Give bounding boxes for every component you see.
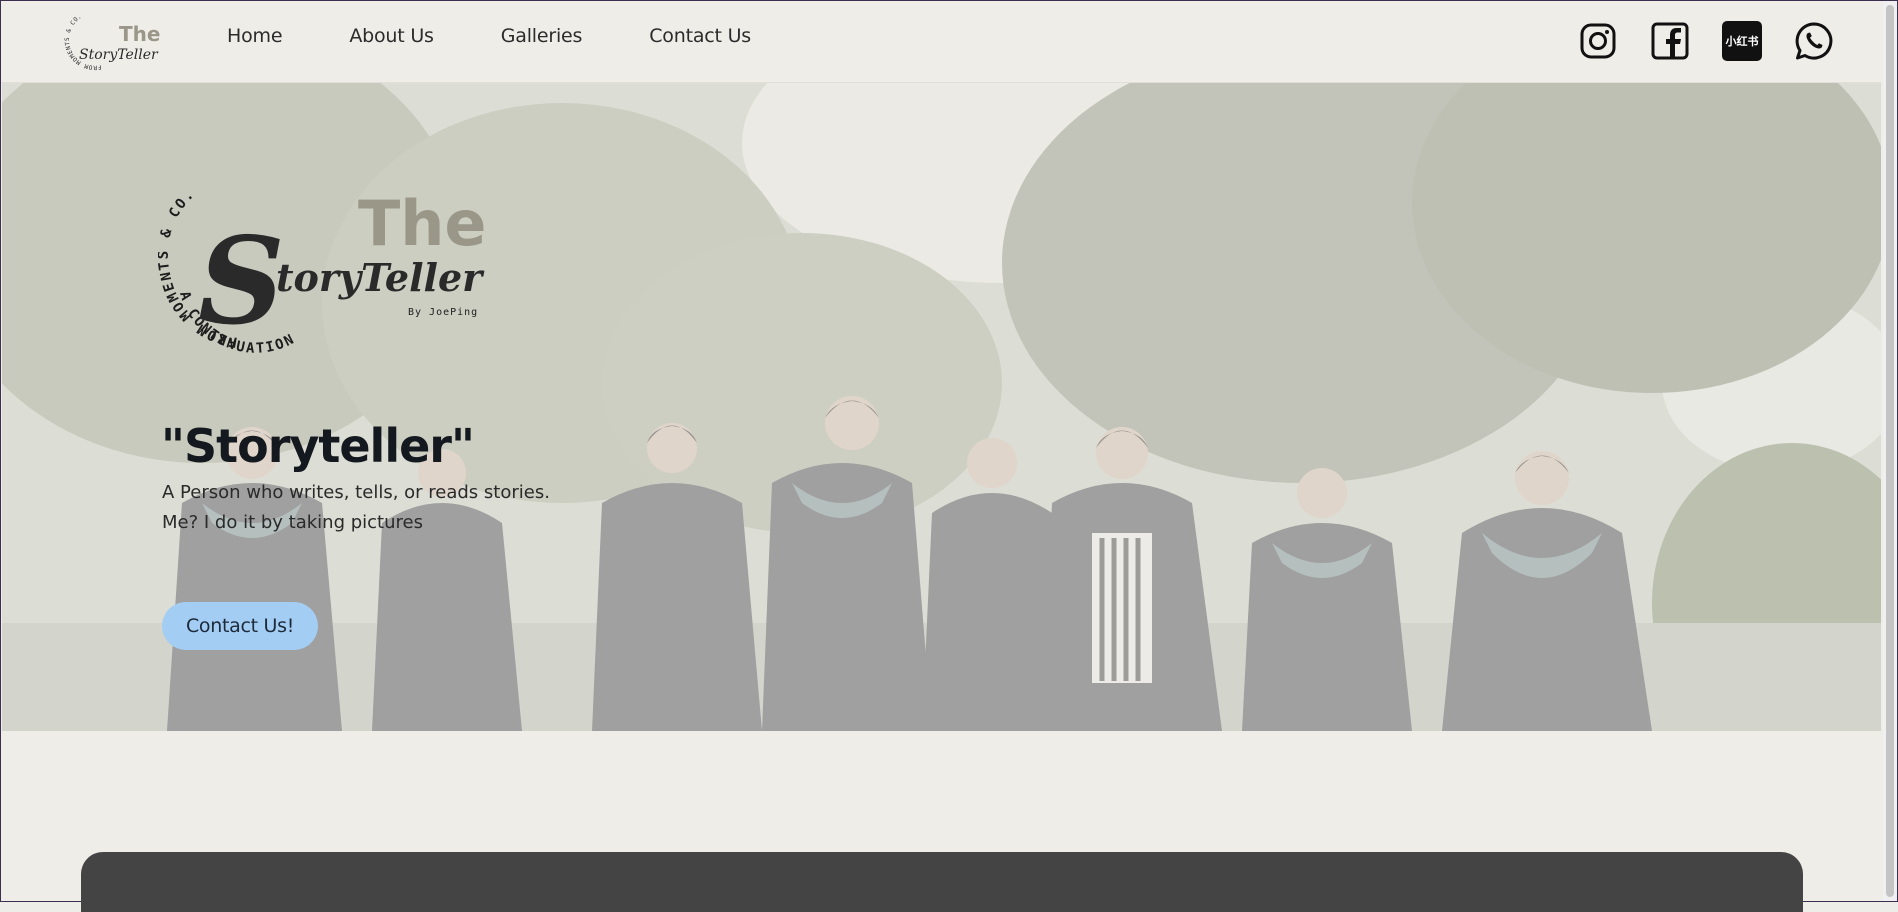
brand-the-small: The: [119, 22, 160, 46]
whatsapp-link[interactable]: [1794, 21, 1834, 61]
page-scrollbar[interactable]: [1883, 1, 1897, 901]
hero-section: FROM MOMENTS & CO. A CONTINUATION The S …: [2, 83, 1881, 731]
nav-about-us[interactable]: About Us: [349, 25, 434, 47]
whatsapp-icon: [1795, 22, 1833, 60]
hero-title: "Storyteller": [161, 419, 475, 473]
nav-contact-us[interactable]: Contact Us: [649, 25, 751, 47]
facebook-link[interactable]: [1650, 21, 1690, 61]
brand-story-large: toryTeller: [276, 255, 485, 300]
instagram-icon: [1580, 23, 1616, 59]
contact-us-button[interactable]: Contact Us!: [162, 602, 318, 650]
brand-story-small: StoryTeller: [79, 47, 159, 63]
facebook-icon: [1651, 22, 1689, 60]
brand-byline: By JoePing: [408, 307, 478, 318]
hero-subtitle-1: A Person who writes, tells, or reads sto…: [162, 482, 550, 503]
hero-subtitle-2: Me? I do it by taking pictures: [162, 512, 423, 533]
nav-galleries[interactable]: Galleries: [501, 25, 583, 47]
xiaohongshu-icon: 小红书: [1722, 21, 1762, 61]
xiaohongshu-link[interactable]: 小红书: [1722, 21, 1762, 61]
brand-logo-large: FROM MOMENTS & CO. A CONTINUATION The S …: [158, 186, 486, 357]
brand-logo-small[interactable]: FROM MOMENTS & CO. The StoryTeller: [61, 7, 171, 73]
nav-home[interactable]: Home: [227, 25, 283, 47]
instagram-link[interactable]: [1578, 21, 1618, 61]
dark-content-card: [81, 852, 1803, 912]
scrollbar-thumb[interactable]: [1886, 5, 1894, 897]
social-links: 小红书: [1578, 21, 1866, 61]
main-nav: Home About Us Galleries Contact Us: [227, 25, 818, 47]
xiaohongshu-label: 小红书: [1725, 35, 1759, 48]
brand-the-large: The: [358, 187, 486, 260]
brand-s-large: S: [198, 211, 285, 352]
site-header: FROM MOMENTS & CO. The StoryTeller Home …: [1, 1, 1881, 83]
